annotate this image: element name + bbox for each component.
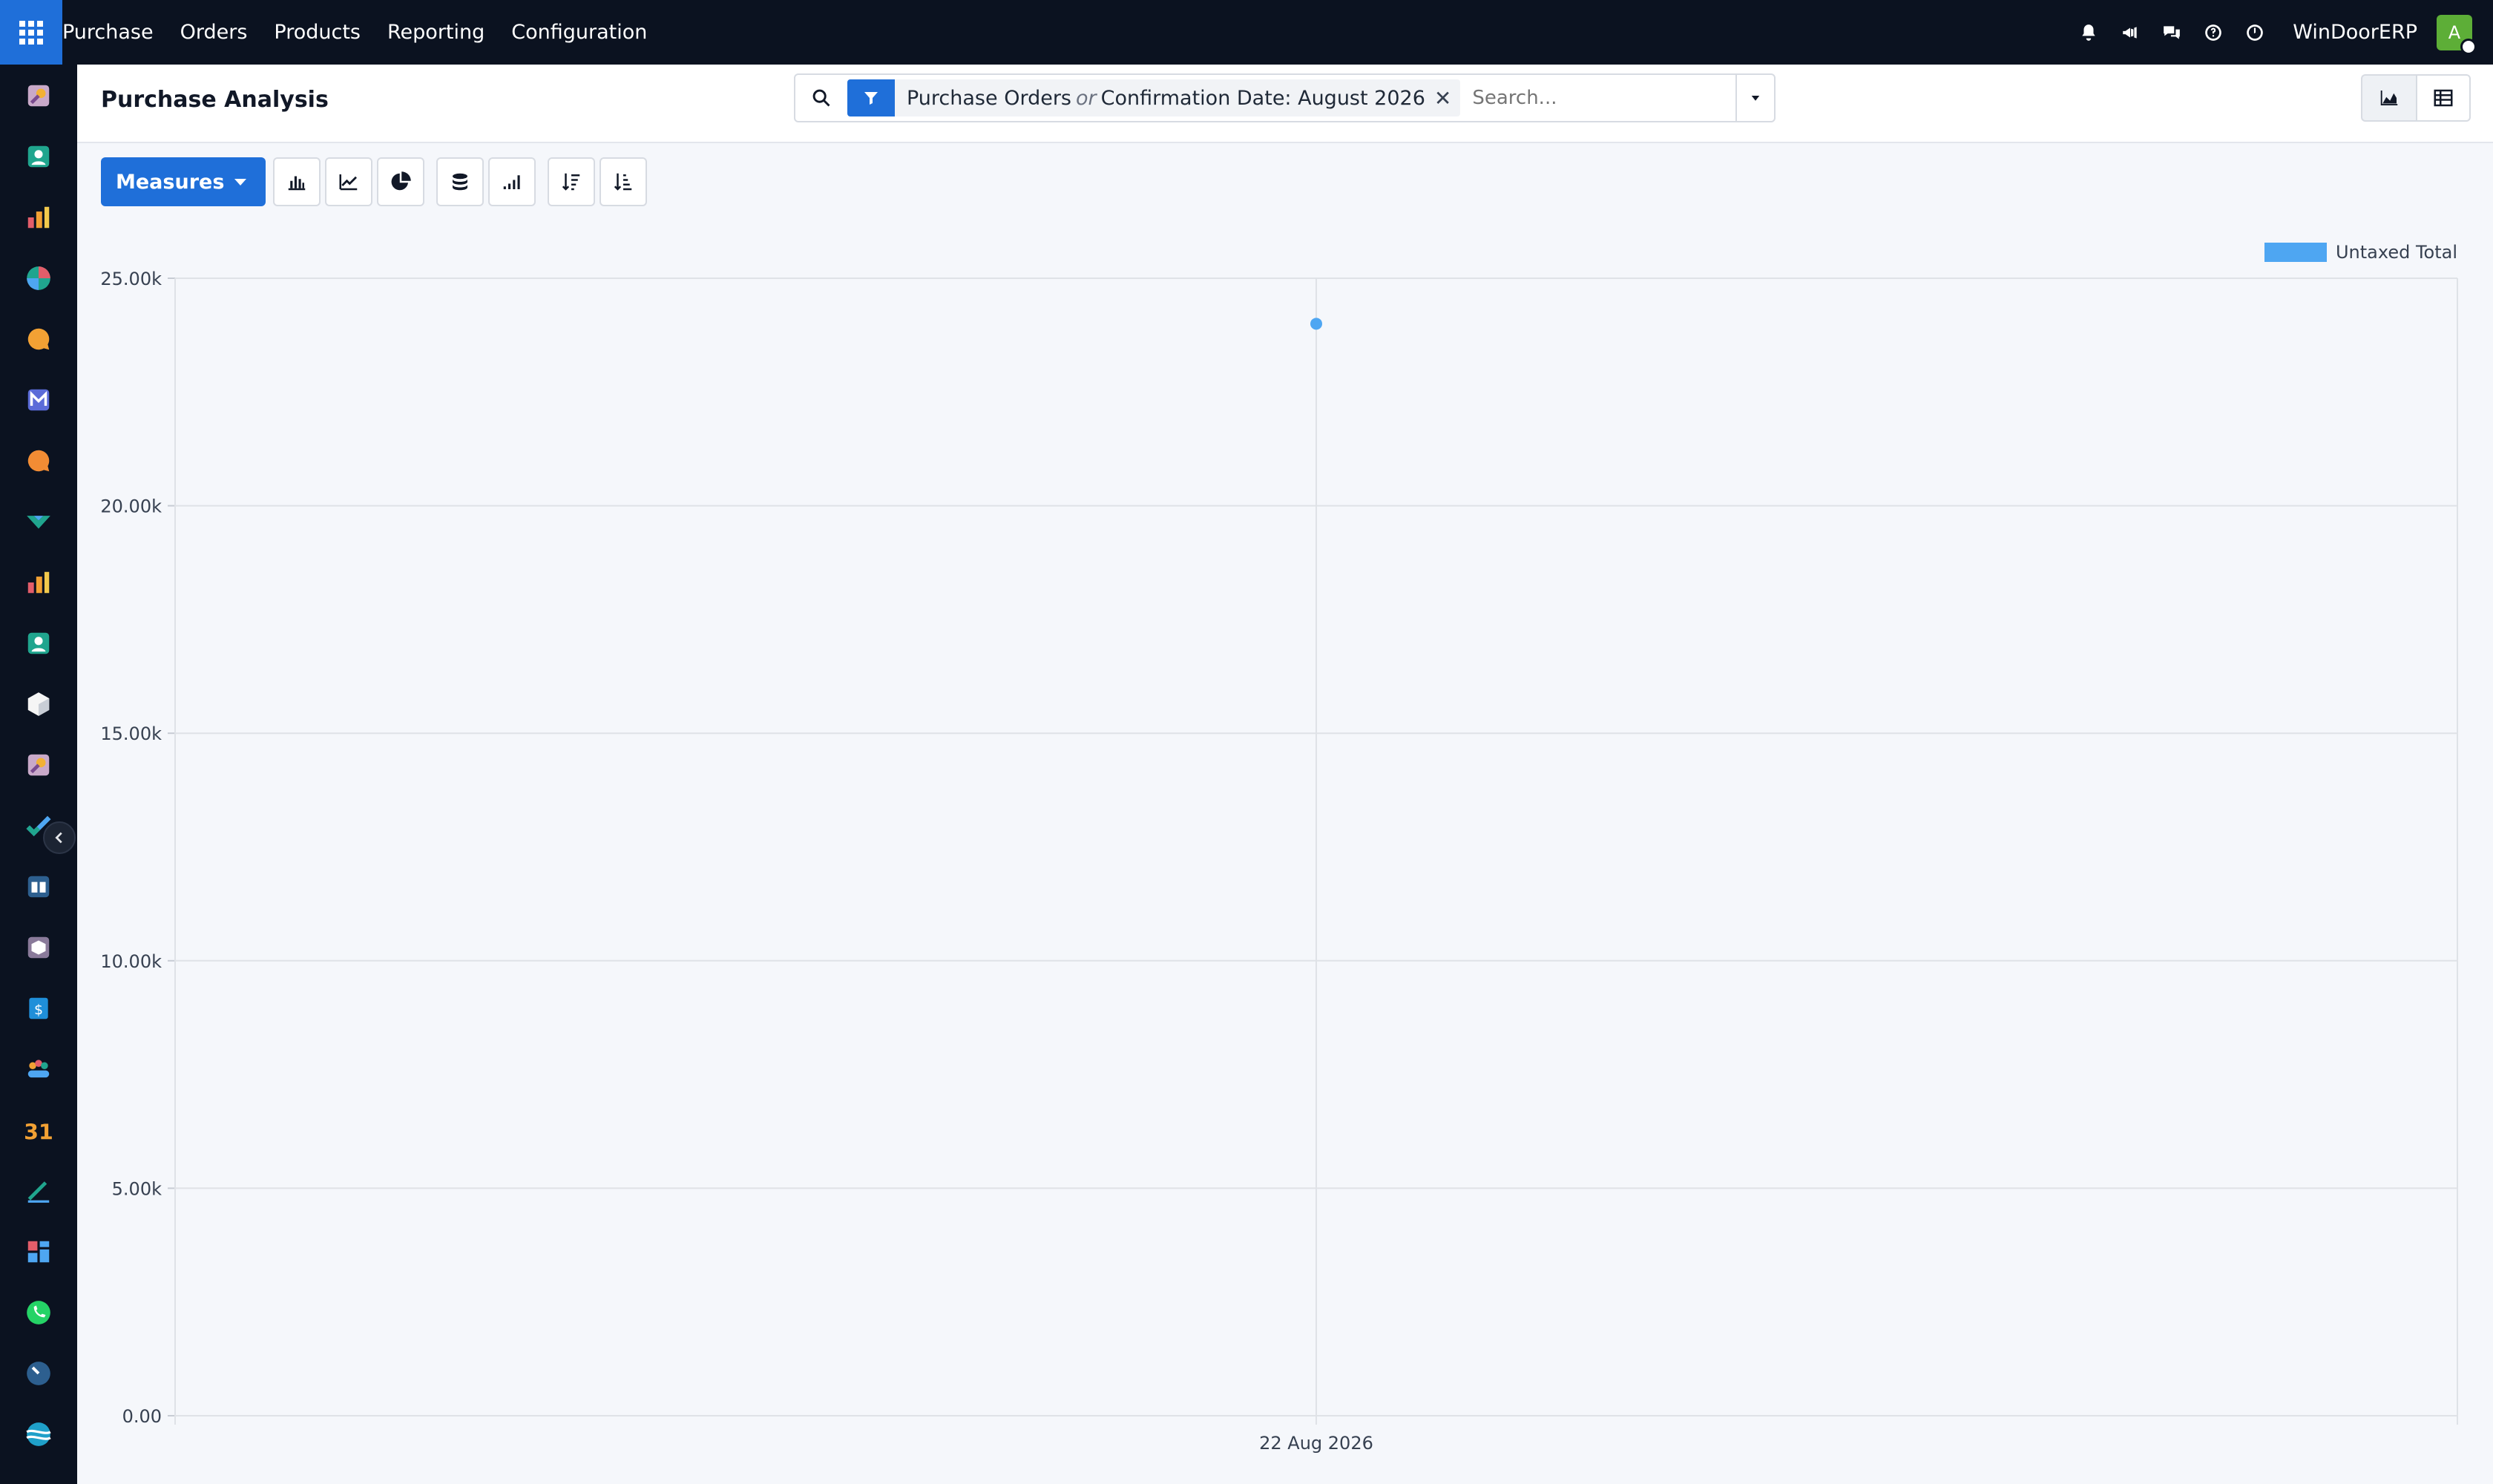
search-button[interactable] bbox=[795, 75, 847, 121]
chevron-left-icon bbox=[55, 832, 62, 844]
presence-dot bbox=[2460, 38, 2477, 55]
crm-icon[interactable] bbox=[24, 263, 53, 293]
company-name[interactable]: WinDoorERP bbox=[2293, 21, 2417, 44]
line-chart-icon bbox=[339, 174, 358, 191]
view-switcher bbox=[2361, 74, 2471, 122]
app-switcher-button[interactable] bbox=[0, 0, 62, 65]
sort-descending-icon bbox=[562, 173, 580, 191]
signal-bars-icon bbox=[504, 175, 521, 189]
bell-icon[interactable] bbox=[2078, 22, 2100, 44]
chart-legend[interactable]: Untaxed Total bbox=[2264, 242, 2457, 263]
pivot-view-button[interactable] bbox=[2416, 74, 2471, 122]
inventory-icon[interactable] bbox=[24, 689, 53, 719]
y-tick-label: 20.00k bbox=[100, 496, 162, 517]
filter-icon bbox=[847, 79, 895, 116]
livechat-icon[interactable] bbox=[24, 446, 53, 476]
app-name-link[interactable]: Purchase bbox=[62, 0, 167, 65]
mail-icon[interactable] bbox=[24, 385, 53, 415]
caret-down-icon bbox=[1751, 96, 1760, 101]
chat-icon[interactable] bbox=[24, 324, 53, 354]
cumulative-button[interactable] bbox=[488, 157, 536, 206]
facet-remove-button[interactable]: ✕ bbox=[1434, 86, 1460, 111]
y-tick-label: 10.00k bbox=[100, 951, 162, 972]
shipping-icon[interactable] bbox=[24, 933, 53, 962]
calendar-icon[interactable]: 31 bbox=[24, 1115, 53, 1145]
measures-dropdown-button[interactable]: Measures bbox=[101, 157, 266, 206]
legend-swatch bbox=[2264, 243, 2327, 262]
team-icon[interactable] bbox=[24, 1054, 53, 1084]
line-chart: 0.00 5.00k 10.00k 15.00k 20.00k 25.00k 22 Aug … bbox=[100, 269, 2458, 1454]
filter-facet: Purchase Orders or Confirmation Date: Augu… bbox=[847, 79, 1461, 116]
pie-chart-button[interactable] bbox=[377, 157, 425, 206]
clock-icon[interactable] bbox=[2244, 22, 2266, 44]
facet-values: Purchase Orders or Confirmation Date: Augu… bbox=[895, 87, 1434, 110]
sort-ascending-button[interactable] bbox=[600, 157, 648, 206]
systray: WinDoorERP A bbox=[2078, 0, 2477, 65]
menu-products[interactable]: Products bbox=[260, 0, 374, 65]
stacked-button[interactable] bbox=[436, 157, 485, 206]
y-tick-label: 15.00k bbox=[100, 723, 162, 744]
graph-toolbar: Measures bbox=[101, 157, 648, 206]
y-tick-label: 5.00k bbox=[112, 1178, 162, 1199]
avatar-initial: A bbox=[2448, 22, 2461, 43]
reporting-icon[interactable] bbox=[24, 568, 53, 597]
data-point bbox=[1310, 318, 1322, 330]
invoicing-icon[interactable]: $ bbox=[24, 994, 53, 1023]
measures-label: Measures bbox=[116, 170, 225, 194]
search-options-toggle[interactable] bbox=[1735, 75, 1774, 121]
sort-descending-button[interactable] bbox=[548, 157, 596, 206]
sidebar-collapse-button[interactable] bbox=[43, 821, 76, 854]
discuss2-icon[interactable] bbox=[24, 750, 53, 780]
search-icon bbox=[812, 89, 830, 107]
control-panel: Purchase Analysis Purchase Orders or Confi… bbox=[77, 65, 2493, 143]
whatsapp-icon[interactable] bbox=[24, 1298, 53, 1327]
bar-chart-icon bbox=[289, 176, 306, 191]
apps-dashboard-icon[interactable] bbox=[24, 1237, 53, 1267]
employees-icon[interactable] bbox=[24, 628, 53, 658]
graph-area: 0.00 5.00k 10.00k 15.00k 20.00k 25.00k 22 Aug … bbox=[77, 223, 2493, 1484]
timer-icon[interactable] bbox=[24, 1359, 53, 1388]
sort-ascending-icon bbox=[614, 173, 632, 191]
caret-down-icon bbox=[234, 178, 247, 186]
discuss-icon[interactable] bbox=[24, 81, 53, 111]
sign-icon[interactable] bbox=[24, 1176, 53, 1206]
knowledge-icon[interactable] bbox=[24, 872, 53, 902]
facet-value-orders: Purchase Orders bbox=[907, 86, 1071, 110]
megaphone-icon[interactable] bbox=[2119, 22, 2141, 44]
website-icon[interactable] bbox=[24, 1419, 53, 1449]
app-sidebar: $ 31 bbox=[0, 65, 77, 1484]
y-tick-label: 0.00 bbox=[122, 1406, 162, 1427]
line-chart-button[interactable] bbox=[325, 157, 373, 206]
help-icon[interactable] bbox=[2202, 22, 2224, 44]
page-title: Purchase Analysis bbox=[101, 87, 329, 113]
menu-configuration[interactable]: Configuration bbox=[498, 0, 660, 65]
dashboards-icon[interactable] bbox=[24, 203, 53, 232]
stack-icon bbox=[453, 173, 468, 191]
area-chart-icon bbox=[2380, 91, 2398, 105]
menu-orders[interactable]: Orders bbox=[167, 0, 261, 65]
user-avatar[interactable]: A bbox=[2437, 14, 2477, 55]
menu-reporting[interactable]: Reporting bbox=[374, 0, 498, 65]
svg-text:31: 31 bbox=[24, 1120, 53, 1144]
contacts-icon[interactable] bbox=[24, 142, 53, 171]
search-bar: Purchase Orders or Confirmation Date: Augu… bbox=[794, 73, 1776, 122]
bar-chart-button[interactable] bbox=[273, 157, 321, 206]
table-icon bbox=[2434, 89, 2453, 107]
graph-view-button[interactable] bbox=[2361, 74, 2416, 122]
x-tick-label: 22 Aug 2026 bbox=[1259, 1433, 1373, 1454]
sales-icon[interactable] bbox=[24, 507, 53, 536]
apps-grid-icon bbox=[19, 20, 43, 45]
search-input[interactable] bbox=[1472, 87, 1755, 109]
facet-value-date: Confirmation Date: August 2026 bbox=[1100, 86, 1425, 110]
y-tick-label: 25.00k bbox=[100, 269, 162, 289]
main-menu: Purchase Orders Products Reporting Confi… bbox=[62, 0, 660, 65]
svg-text:$: $ bbox=[34, 1002, 43, 1018]
facet-connector: or bbox=[1076, 86, 1097, 110]
legend-label: Untaxed Total bbox=[2335, 242, 2457, 263]
pie-chart-icon bbox=[391, 171, 412, 191]
chat-bubbles-icon[interactable] bbox=[2161, 22, 2183, 44]
top-navbar: Purchase Orders Products Reporting Confi… bbox=[0, 0, 2493, 65]
